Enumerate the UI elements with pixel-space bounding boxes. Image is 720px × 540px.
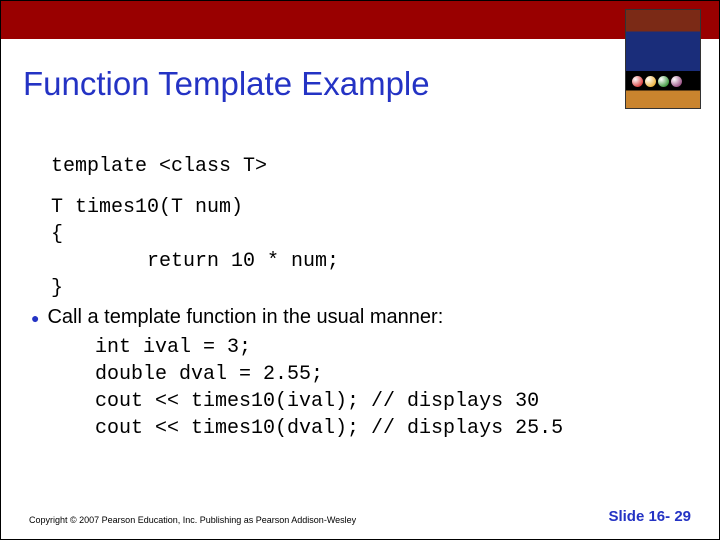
- function-def-line: T times10(T num): [51, 194, 689, 221]
- ball-icon: [671, 76, 682, 87]
- function-def-line: {: [51, 221, 689, 248]
- function-def-line: return 10 * num;: [51, 248, 689, 275]
- bullet-icon: ●: [31, 304, 39, 332]
- footer: Copyright © 2007 Pearson Education, Inc.…: [29, 508, 691, 525]
- slide-number: Slide 16- 29: [608, 508, 691, 525]
- bullet-text: Call a template function in the usual ma…: [47, 304, 443, 331]
- usage-code-line: double dval = 2.55;: [51, 361, 689, 388]
- slide: Function Template Example template <clas…: [0, 0, 720, 540]
- slide-title: Function Template Example: [1, 39, 719, 103]
- usage-code-line: cout << times10(dval); // displays 25.5: [51, 415, 689, 442]
- top-color-bar: [1, 1, 719, 39]
- ball-icon: [632, 76, 643, 87]
- spacer: [51, 180, 689, 194]
- template-prefix-line: template <class T>: [51, 153, 689, 180]
- copyright-text: Copyright © 2007 Pearson Education, Inc.…: [29, 515, 356, 525]
- bullet-row: ● Call a template function in the usual …: [31, 304, 689, 332]
- usage-code-line: cout << times10(ival); // displays 30: [51, 388, 689, 415]
- book-cover-balls: [632, 76, 682, 87]
- ball-icon: [658, 76, 669, 87]
- slide-body: template <class T> T times10(T num) { re…: [1, 103, 719, 442]
- book-cover-image: [625, 9, 701, 109]
- usage-code-line: int ival = 3;: [51, 334, 689, 361]
- ball-icon: [645, 76, 656, 87]
- function-def-line: }: [51, 275, 689, 302]
